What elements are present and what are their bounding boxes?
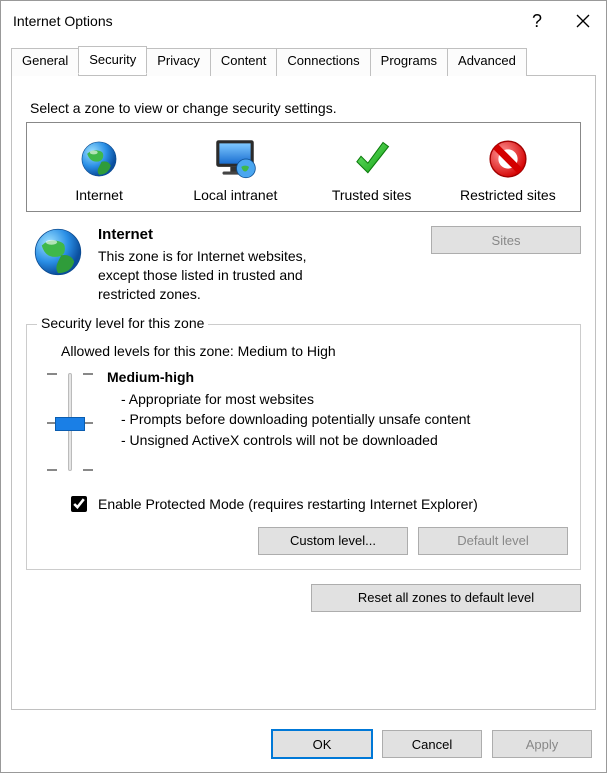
tab-content[interactable]: Content bbox=[210, 48, 278, 76]
close-button[interactable] bbox=[560, 5, 606, 37]
zone-list: Internet Local intranet bbox=[26, 122, 581, 212]
allowed-levels-label: Allowed levels for this zone: Medium to … bbox=[61, 343, 568, 359]
zone-item-internet[interactable]: Internet bbox=[33, 131, 165, 205]
cancel-button[interactable]: Cancel bbox=[382, 730, 482, 758]
protected-mode-input[interactable] bbox=[71, 496, 87, 512]
security-bullet: - Prompts before downloading potentially… bbox=[121, 409, 470, 429]
security-level-group: Security level for this zone Allowed lev… bbox=[26, 324, 581, 570]
globe-icon bbox=[32, 226, 84, 278]
zone-label: Local intranet bbox=[169, 187, 301, 203]
slider-thumb[interactable] bbox=[55, 417, 85, 431]
titlebar: Internet Options ? bbox=[1, 1, 606, 41]
tab-general[interactable]: General bbox=[11, 48, 79, 76]
security-bullet: - Unsigned ActiveX controls will not be … bbox=[121, 430, 470, 450]
tab-page-security: Select a zone to view or change security… bbox=[11, 75, 596, 710]
zone-instruction: Select a zone to view or change security… bbox=[30, 100, 581, 116]
custom-level-button[interactable]: Custom level... bbox=[258, 527, 408, 555]
reset-all-zones-button[interactable]: Reset all zones to default level bbox=[311, 584, 581, 612]
tab-strip: General Security Privacy Content Connect… bbox=[1, 41, 606, 75]
sites-button[interactable]: Sites bbox=[431, 226, 581, 254]
checkmark-icon bbox=[350, 137, 394, 181]
ok-button[interactable]: OK bbox=[272, 730, 372, 758]
dialog-button-row: OK Cancel Apply bbox=[1, 720, 606, 772]
tab-privacy[interactable]: Privacy bbox=[146, 48, 211, 76]
security-level-legend: Security level for this zone bbox=[37, 315, 208, 331]
security-level-description: Medium-high - Appropriate for most websi… bbox=[107, 367, 470, 477]
apply-button[interactable]: Apply bbox=[492, 730, 592, 758]
monitor-icon bbox=[210, 136, 260, 182]
zone-label: Restricted sites bbox=[442, 187, 574, 203]
close-icon bbox=[576, 14, 590, 28]
zone-item-local-intranet[interactable]: Local intranet bbox=[169, 131, 301, 205]
help-button[interactable]: ? bbox=[514, 5, 560, 37]
globe-icon bbox=[78, 138, 120, 180]
window-title: Internet Options bbox=[13, 13, 514, 29]
security-level-name: Medium-high bbox=[107, 367, 470, 387]
zone-item-restricted[interactable]: Restricted sites bbox=[442, 131, 574, 205]
security-bullet: - Appropriate for most websites bbox=[121, 389, 470, 409]
zone-label: Internet bbox=[33, 187, 165, 203]
no-entry-icon bbox=[486, 137, 530, 181]
zone-detail: Internet This zone is for Internet websi… bbox=[26, 226, 581, 304]
zone-item-trusted[interactable]: Trusted sites bbox=[306, 131, 438, 205]
protected-mode-label: Enable Protected Mode (requires restarti… bbox=[98, 496, 478, 512]
default-level-button[interactable]: Default level bbox=[418, 527, 568, 555]
security-level-slider[interactable] bbox=[43, 367, 97, 477]
tab-security[interactable]: Security bbox=[78, 46, 147, 74]
protected-mode-checkbox[interactable]: Enable Protected Mode (requires restarti… bbox=[67, 493, 568, 515]
zone-detail-name: Internet bbox=[98, 226, 419, 243]
zone-label: Trusted sites bbox=[306, 187, 438, 203]
tab-advanced[interactable]: Advanced bbox=[447, 48, 527, 76]
tab-programs[interactable]: Programs bbox=[370, 48, 448, 76]
tab-connections[interactable]: Connections bbox=[276, 48, 370, 76]
zone-detail-description: This zone is for Internet websites, exce… bbox=[98, 247, 338, 304]
